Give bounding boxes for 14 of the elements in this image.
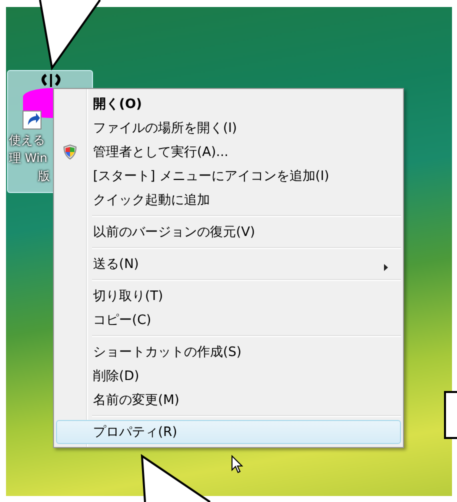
submenu-arrow-icon xyxy=(384,264,388,271)
shield-icon xyxy=(62,144,78,160)
mouse-cursor-icon xyxy=(231,455,243,474)
menu-item[interactable]: 削除(D) xyxy=(56,364,401,388)
menu-item[interactable]: 送る(N) xyxy=(56,252,401,276)
shortcut-label: 理 Win xyxy=(8,150,48,167)
menu-item[interactable]: 以前のバージョンの復元(V) xyxy=(56,220,401,244)
menu-item[interactable]: 名前の変更(M) xyxy=(56,388,401,412)
menu-item[interactable]: プロパティ(R) xyxy=(56,420,401,444)
menu-item[interactable]: ショートカットの作成(S) xyxy=(56,340,401,364)
menu-item[interactable]: 切り取り(T) xyxy=(56,284,401,308)
menu-item[interactable]: コピー(C) xyxy=(56,308,401,332)
shortcut-label: 使える xyxy=(8,132,45,149)
shortcut-label: 版 xyxy=(37,168,50,185)
